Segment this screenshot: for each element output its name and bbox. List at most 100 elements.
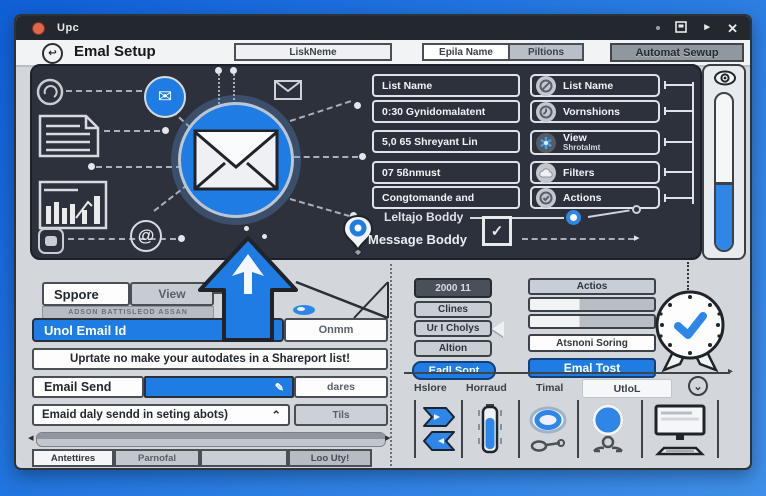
flow-line bbox=[588, 209, 630, 218]
connector-line bbox=[218, 74, 220, 108]
envelope-outline-icon bbox=[274, 80, 302, 105]
battery-level-icon[interactable] bbox=[474, 402, 506, 461]
empty-row[interactable] bbox=[528, 314, 656, 329]
bottom-tab-antettires[interactable]: Antettires bbox=[32, 449, 114, 467]
menu-item-list-name[interactable]: List Name bbox=[530, 74, 660, 97]
email-send-label: Email Send bbox=[32, 376, 144, 398]
user-camera-icon[interactable] bbox=[584, 404, 632, 461]
scrollbar-thumb[interactable] bbox=[37, 433, 385, 439]
label-body-text: Leltajo Boddy bbox=[384, 210, 463, 224]
window-title: Upc bbox=[57, 22, 79, 34]
back-icon[interactable]: ↩ bbox=[42, 43, 63, 64]
connector-dot bbox=[354, 102, 361, 109]
bar-chart-icon bbox=[38, 180, 108, 235]
attachment-box[interactable]: Atsnoni Soring bbox=[528, 334, 656, 352]
email-id-label: Unol Email Id bbox=[44, 323, 126, 338]
connector-line bbox=[104, 130, 160, 132]
bracket-tick bbox=[664, 197, 692, 199]
pencil-icon[interactable]: ✎ bbox=[275, 381, 284, 394]
app-window: Upc ► ✕ ↩ Emal Setup LiskNeme Epila Name… bbox=[14, 14, 752, 470]
link-name-button[interactable]: LiskNeme bbox=[234, 43, 392, 61]
daily-send-field[interactable]: Emaid daly sendd in seting abots) ⌃ bbox=[32, 404, 290, 426]
checkbox[interactable]: ✓ bbox=[482, 216, 512, 246]
minimize-icon[interactable] bbox=[656, 26, 660, 30]
slider-strip bbox=[702, 64, 746, 260]
auto-setup-button[interactable]: Automat Sewup bbox=[610, 43, 744, 62]
chevron-down-circle-icon[interactable]: ⌄ bbox=[688, 376, 708, 396]
bracket-tick bbox=[664, 81, 666, 89]
email-send-value[interactable]: dares bbox=[294, 376, 388, 398]
menu-item-filters[interactable]: Filters bbox=[530, 161, 660, 184]
daily-send-value[interactable]: Tils bbox=[294, 404, 388, 426]
gear-icon bbox=[536, 133, 556, 153]
bottom-tab-parnofal[interactable]: Parnofal bbox=[114, 449, 200, 467]
connector-dot bbox=[162, 127, 169, 134]
connector-dot bbox=[215, 67, 222, 74]
bottom-tab-loo-uty[interactable]: Loo Uty! bbox=[288, 449, 372, 467]
list-box[interactable]: 5,0 65 Shreyant Lin bbox=[372, 130, 520, 153]
vertical-slider[interactable] bbox=[714, 92, 734, 252]
strip-divider bbox=[414, 400, 416, 458]
slider-fill bbox=[716, 185, 732, 250]
recycle-arrows-icon[interactable] bbox=[420, 404, 458, 461]
button-ur-cholys[interactable]: Ur I Cholys bbox=[414, 320, 492, 337]
monitor-icon[interactable] bbox=[652, 404, 708, 461]
play-icon[interactable]: ► bbox=[702, 23, 712, 33]
utlol-box[interactable]: UtloL bbox=[582, 379, 672, 398]
list-box[interactable]: 07 5ßnmust bbox=[372, 161, 520, 184]
rounded-square-icon bbox=[38, 228, 64, 254]
eadl-sont-button[interactable]: Eadl Sont bbox=[412, 361, 496, 380]
menu-item-label: Filters bbox=[563, 167, 595, 179]
badge-dotted-line bbox=[687, 262, 689, 290]
strike-line-icon bbox=[292, 274, 392, 333]
bracket-tick bbox=[664, 107, 666, 115]
clock-icon bbox=[536, 102, 556, 122]
flow-arrow-line bbox=[404, 372, 730, 374]
list-box[interactable]: List Name bbox=[372, 74, 520, 97]
menu-item-label: List Name bbox=[563, 80, 613, 92]
connector-dot bbox=[178, 235, 185, 242]
connector-line bbox=[290, 198, 350, 217]
daily-send-label: Emaid daly sendd in seting abots) bbox=[42, 409, 228, 421]
no-entry-icon bbox=[536, 76, 556, 96]
bracket-tick bbox=[664, 194, 666, 202]
bracket-tick bbox=[664, 141, 692, 143]
lens-spoon-icon[interactable] bbox=[526, 404, 570, 461]
strip-divider bbox=[717, 400, 719, 458]
connector-line bbox=[294, 156, 358, 158]
horizontal-scrollbar[interactable] bbox=[36, 432, 386, 447]
connector-dot bbox=[244, 226, 249, 231]
document-icon bbox=[38, 114, 100, 163]
menu-item-actions[interactable]: Actions bbox=[530, 186, 660, 209]
flow-node[interactable] bbox=[566, 210, 581, 225]
filters-tab[interactable]: Piltions bbox=[508, 43, 584, 61]
strip-divider bbox=[518, 400, 520, 458]
empty-row[interactable] bbox=[528, 297, 656, 312]
list-box[interactable]: Congtomande and bbox=[372, 186, 520, 209]
strip-divider bbox=[577, 400, 579, 458]
button-clines[interactable]: Clines bbox=[414, 301, 492, 318]
button-altion[interactable]: Altion bbox=[414, 340, 492, 357]
page-title: Emal Setup bbox=[74, 43, 156, 60]
notch-arrow-icon bbox=[492, 321, 504, 337]
tab-sppore[interactable]: Sppore bbox=[42, 282, 130, 306]
chevron-up-icon[interactable]: ⌃ bbox=[271, 408, 281, 422]
flow-node bbox=[632, 205, 641, 214]
close-icon[interactable]: ✕ bbox=[727, 22, 738, 35]
button-2000[interactable]: 2000 11 bbox=[414, 278, 492, 298]
email-name-tab[interactable]: Epila Name bbox=[422, 43, 508, 61]
menu-item-view[interactable]: View Shrotalmt bbox=[530, 130, 660, 155]
connector-dot bbox=[359, 153, 366, 160]
message-body-text: Message Boddy bbox=[368, 232, 467, 247]
list-box[interactable]: 0:30 Gynidomalatent bbox=[372, 100, 520, 123]
menu-item-versions[interactable]: Vornshions bbox=[530, 100, 660, 123]
footer-label-horraud: Horraud bbox=[466, 382, 507, 394]
arrow-left-icon[interactable]: ◂ bbox=[28, 431, 34, 444]
maximize-icon[interactable] bbox=[675, 21, 687, 36]
bottom-tab-empty[interactable] bbox=[200, 449, 288, 467]
email-send-field[interactable]: ✎ bbox=[144, 376, 294, 398]
central-mail-icon bbox=[178, 102, 294, 218]
email-test-button[interactable]: Emal Tost bbox=[528, 358, 656, 378]
footer-label-timal: Timal bbox=[536, 382, 563, 394]
actios-box[interactable]: Actios bbox=[528, 278, 656, 295]
